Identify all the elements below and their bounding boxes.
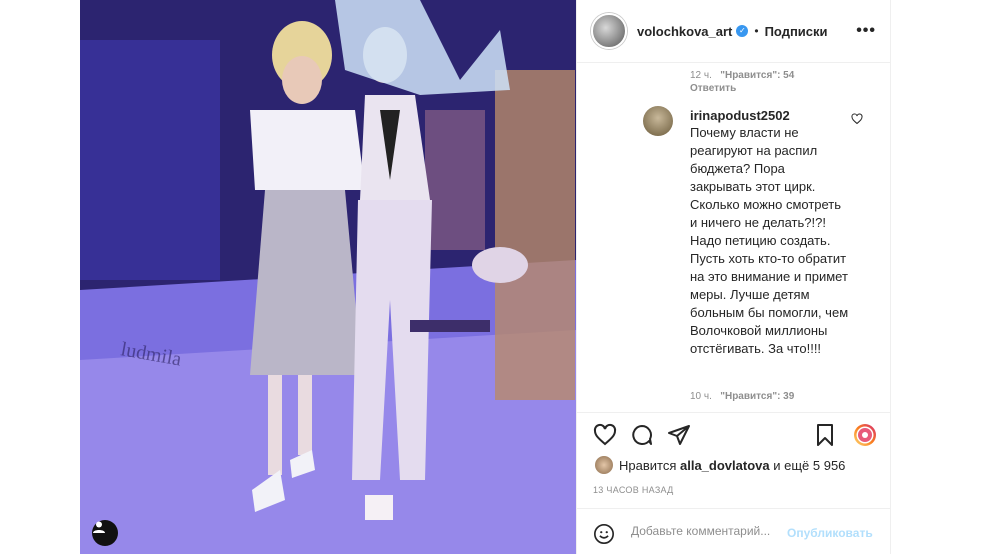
- likes-prefix: Нравится: [619, 457, 677, 473]
- story-ring-icon[interactable]: [853, 423, 877, 447]
- likes-count[interactable]: и ещё 5 956: [773, 458, 845, 473]
- previous-comment-likes[interactable]: "Нравится": 54: [720, 70, 794, 81]
- comment-time: 10 ч.: [690, 391, 712, 402]
- liker-avatar[interactable]: [595, 456, 613, 474]
- tagged-users-button[interactable]: [92, 520, 118, 546]
- author-avatar[interactable]: [591, 13, 627, 49]
- comment-like-heart-icon[interactable]: [851, 113, 863, 128]
- post-timestamp: 13 ЧАСОВ НАЗАД: [593, 485, 674, 495]
- comment-text: Почему власти не реагируют на распил бюд…: [690, 125, 849, 356]
- comment-meta: 10 ч. "Нравится": 39: [690, 391, 794, 402]
- save-bookmark-icon[interactable]: [813, 423, 837, 447]
- likes-summary: Нравится alla_dovlatova и ещё 5 956: [595, 456, 845, 474]
- share-send-icon[interactable]: [667, 423, 691, 447]
- author-username[interactable]: volochkova_art: [637, 24, 732, 39]
- add-comment-bar: Опубликовать: [577, 508, 890, 555]
- user-icon: [93, 521, 105, 533]
- separator-dot: •: [754, 24, 759, 38]
- action-bar: [577, 412, 890, 453]
- like-heart-icon[interactable]: [593, 423, 617, 447]
- previous-comment-time: 12 ч.: [690, 70, 712, 81]
- following-button[interactable]: Подписки: [765, 24, 828, 39]
- emoji-icon[interactable]: [593, 523, 615, 545]
- post-header: volochkova_art ✓ • Подписки •••: [577, 0, 890, 63]
- commenter-username[interactable]: irinapodust2502: [690, 108, 790, 123]
- comment-bubble-icon[interactable]: [630, 423, 654, 447]
- verified-badge-icon: ✓: [736, 25, 749, 37]
- more-options-icon[interactable]: •••: [856, 22, 876, 40]
- comments-list[interactable]: 12 ч. "Нравится": 54 Ответить irinapodus…: [577, 63, 890, 411]
- liker-username[interactable]: alla_dovlatova: [680, 458, 770, 473]
- comment-likes[interactable]: "Нравится": 39: [720, 391, 794, 402]
- post-panel: volochkova_art ✓ • Подписки ••• 12 ч. "Н…: [576, 0, 891, 554]
- post-photo[interactable]: ludmila: [80, 0, 576, 554]
- photo-scene: ludmila: [80, 0, 576, 554]
- reply-button[interactable]: Ответить: [690, 83, 736, 94]
- publish-button[interactable]: Опубликовать: [787, 526, 873, 540]
- commenter-avatar[interactable]: [643, 106, 673, 136]
- previous-comment-meta: 12 ч. "Нравится": 54: [690, 70, 794, 81]
- comment-input[interactable]: [629, 523, 783, 539]
